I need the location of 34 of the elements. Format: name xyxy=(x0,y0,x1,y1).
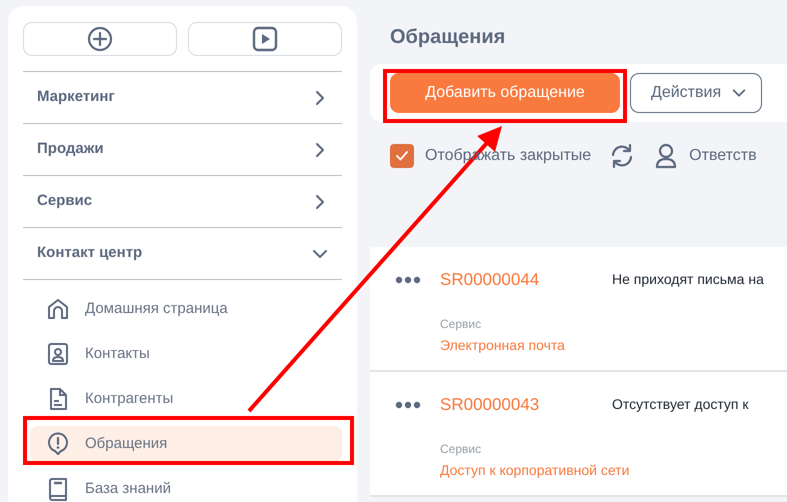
add-case-button[interactable]: Добавить обращение xyxy=(390,73,620,113)
sidebar-item[interactable]: Домашняя страница xyxy=(30,291,342,327)
category-link[interactable]: Электронная почта xyxy=(440,334,787,356)
menu-group[interactable]: Сервис xyxy=(23,175,342,227)
sidebar-item[interactable]: База знаний xyxy=(30,471,342,502)
field-label: Сервис xyxy=(440,316,482,332)
menu-group[interactable]: Маркетинг xyxy=(23,71,342,123)
responsible-filter[interactable]: Ответств xyxy=(689,144,757,168)
case-subject: Отсутствует доступ к xyxy=(612,395,749,414)
category-link[interactable]: Доступ к корпоративной сети xyxy=(440,460,787,480)
field-label: Сервис xyxy=(440,440,482,458)
sidebar-item[interactable]: Обращения xyxy=(30,426,342,462)
add-button[interactable] xyxy=(23,22,177,56)
page-title: Обращения xyxy=(390,25,506,50)
check-icon xyxy=(395,150,409,162)
play-icon xyxy=(252,26,278,52)
play-button[interactable] xyxy=(188,22,342,56)
case-number-link[interactable]: SR00000044 xyxy=(440,267,612,292)
user-icon[interactable] xyxy=(655,143,678,169)
sidebar-item[interactable]: Контакты xyxy=(30,336,342,372)
menu-group[interactable]: Контакт центр xyxy=(23,227,342,279)
alert-icon xyxy=(46,432,70,456)
case-number-link[interactable]: SR00000043 xyxy=(440,392,612,418)
more-icon[interactable] xyxy=(395,400,421,409)
show-closed-checkbox[interactable] xyxy=(390,144,414,168)
menu-group[interactable]: Продажи xyxy=(23,123,342,175)
contact-card-icon xyxy=(46,342,70,366)
home-icon xyxy=(46,297,70,321)
sidebar-item[interactable]: Контрагенты xyxy=(30,381,342,417)
book-icon xyxy=(46,477,70,501)
actions-dropdown[interactable]: Действия xyxy=(630,73,762,113)
case-subject: Не приходят письма на xyxy=(612,270,764,290)
plus-circle-icon xyxy=(87,26,113,52)
more-icon[interactable] xyxy=(395,276,421,284)
